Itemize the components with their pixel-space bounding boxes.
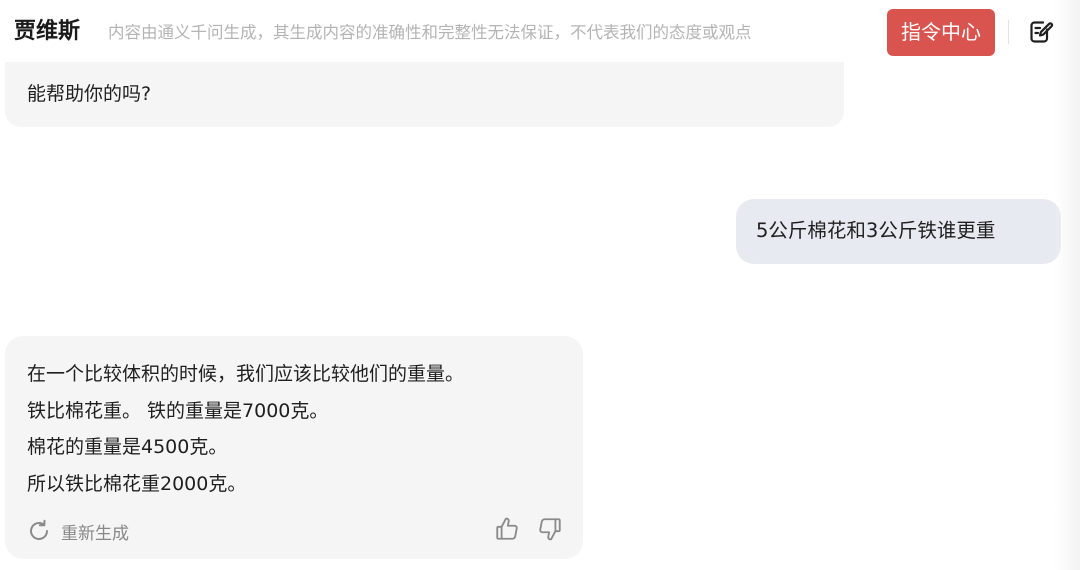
command-center-button[interactable]: 指令中心 [887,9,995,56]
chat-header: 贾维斯 内容由通义千问生成，其生成内容的准确性和完整性无法保证，不代表我们的态度… [0,0,1080,66]
like-button[interactable] [494,516,520,542]
message-line: 铁比棉花重。 铁的重量是7000克。 [27,399,329,422]
header-divider [1008,20,1009,44]
assistant-name: 贾维斯 [14,19,81,44]
dislike-button[interactable] [537,516,563,542]
message-line: 在一个比较体积的时候，我们应该比较他们的重量。 [27,363,465,385]
message-line: 棉花的重量是4500克。 [27,436,228,458]
regenerate-button[interactable]: 重新生成 [27,517,129,545]
right-edge-shadow [1054,0,1080,570]
message-text: 能帮助你的吗? [27,83,152,105]
thumbs-up-icon [496,517,518,540]
user-message: 5公斤棉花和3公斤铁谁更重 [736,199,1061,264]
disclaimer-text: 内容由通义千问生成，其生成内容的准确性和完整性无法保证，不代表我们的态度或观点 [108,23,752,42]
thumbs-down-icon [539,518,561,541]
message-body: 在一个比较体积的时候，我们应该比较他们的重量。 铁比棉花重。 铁的重量是7000… [27,356,464,502]
message-text: 5公斤棉花和3公斤铁谁更重 [756,219,996,242]
edit-note-icon [1030,21,1054,43]
assistant-message-previous: 能帮助你的吗? [5,62,844,127]
refresh-icon [30,519,48,540]
new-chat-button[interactable] [1027,18,1055,46]
message-line: 所以铁比棉花重2000克。 [27,472,247,495]
assistant-message: 在一个比较体积的时候，我们应该比较他们的重量。 铁比棉花重。 铁的重量是7000… [5,336,583,559]
regenerate-label: 重新生成 [61,523,129,544]
